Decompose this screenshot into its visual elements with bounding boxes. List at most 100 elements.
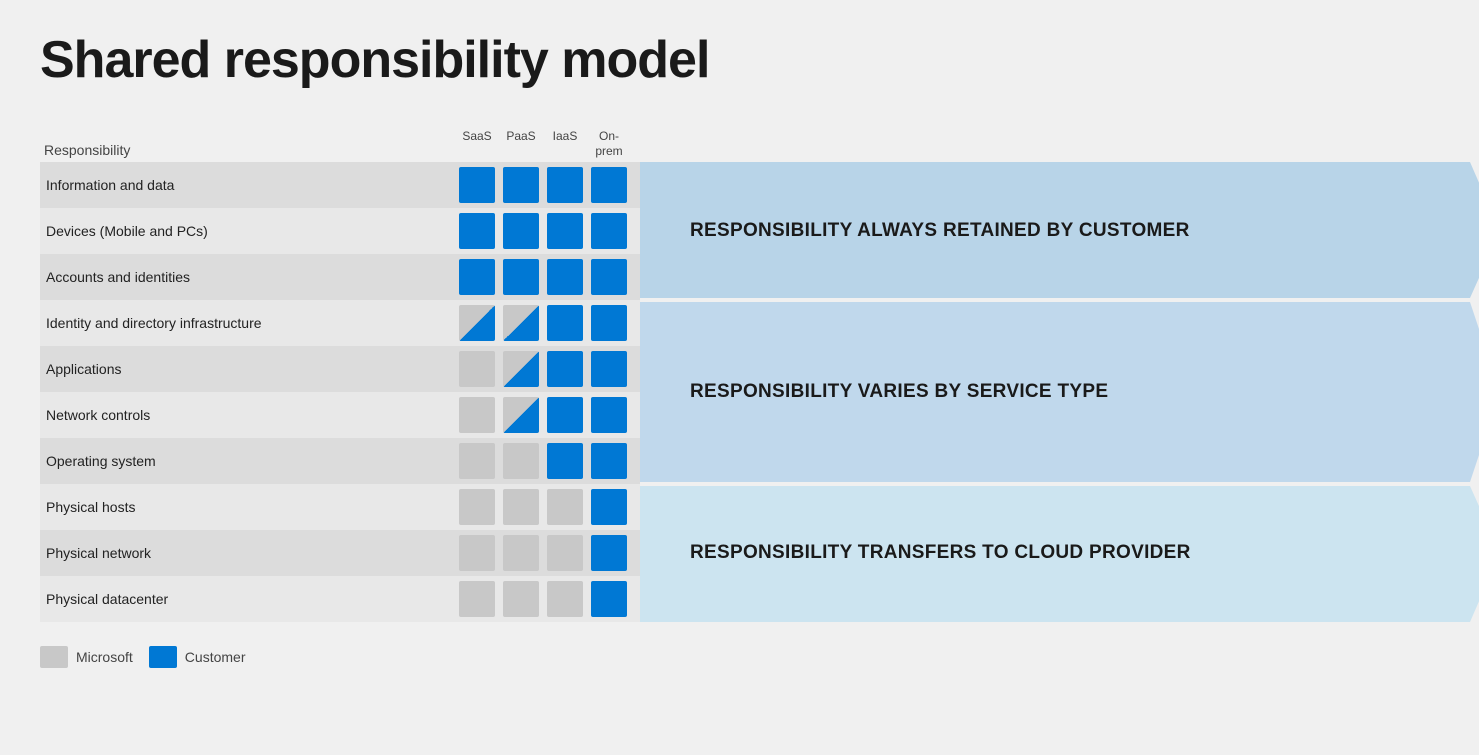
cell-inner-5-0 xyxy=(459,397,495,433)
cell-0-1 xyxy=(499,162,543,208)
cell-inner-2-2 xyxy=(547,259,583,295)
cell-inner-9-2 xyxy=(547,581,583,617)
cell-9-3 xyxy=(587,576,631,622)
cell-inner-1-2 xyxy=(547,213,583,249)
cell-inner-9-0 xyxy=(459,581,495,617)
arrow-band-1: RESPONSIBILITY VARIES BY SERVICE TYPE xyxy=(640,300,1439,484)
cell-inner-1-3 xyxy=(591,213,627,249)
arrow-band-2: RESPONSIBILITY TRANSFERS TO CLOUD PROVID… xyxy=(640,484,1439,622)
cell-inner-7-0 xyxy=(459,489,495,525)
cell-inner-3-3 xyxy=(591,305,627,341)
table-row: Physical hosts xyxy=(40,484,640,530)
row-label-8: Physical network xyxy=(40,545,455,561)
legend-color-customer xyxy=(149,646,177,668)
row-label-1: Devices (Mobile and PCs) xyxy=(40,223,455,239)
legend-color-microsoft xyxy=(40,646,68,668)
cell-5-3 xyxy=(587,392,631,438)
arrow-text-1: RESPONSIBILITY VARIES BY SERVICE TYPE xyxy=(640,381,1168,403)
table-row: Information and data xyxy=(40,162,640,208)
cell-inner-3-1 xyxy=(503,305,539,341)
table-header: Responsibility SaaSPaaSIaaSOn-prem xyxy=(40,118,640,162)
cell-2-0 xyxy=(455,254,499,300)
cell-inner-0-2 xyxy=(547,167,583,203)
cell-inner-4-3 xyxy=(591,351,627,387)
row-cells-0 xyxy=(455,162,640,208)
cell-3-0 xyxy=(455,300,499,346)
row-label-0: Information and data xyxy=(40,177,455,193)
cell-8-3 xyxy=(587,530,631,576)
cell-inner-4-0 xyxy=(459,351,495,387)
col-header-saas: SaaS xyxy=(455,129,499,158)
cell-inner-5-2 xyxy=(547,397,583,433)
cell-3-3 xyxy=(587,300,631,346)
cell-3-2 xyxy=(543,300,587,346)
col-header-paas: PaaS xyxy=(499,129,543,158)
cell-inner-4-2 xyxy=(547,351,583,387)
cell-2-1 xyxy=(499,254,543,300)
cell-inner-2-3 xyxy=(591,259,627,295)
table-row: Operating system xyxy=(40,438,640,484)
arrow-text-2: RESPONSIBILITY TRANSFERS TO CLOUD PROVID… xyxy=(640,542,1251,564)
cell-inner-5-1 xyxy=(503,397,539,433)
cell-inner-4-1 xyxy=(503,351,539,387)
cell-inner-9-3 xyxy=(591,581,627,617)
legend: Microsoft Customer xyxy=(40,646,1439,668)
legend-item-microsoft: Microsoft xyxy=(40,646,133,668)
diagram-area: Responsibility SaaSPaaSIaaSOn-prem Infor… xyxy=(40,118,1439,638)
table-row: Network controls xyxy=(40,392,640,438)
table-row: Devices (Mobile and PCs) xyxy=(40,208,640,254)
cell-1-3 xyxy=(587,208,631,254)
cell-5-1 xyxy=(499,392,543,438)
cell-inner-7-3 xyxy=(591,489,627,525)
cell-8-2 xyxy=(543,530,587,576)
table-section: Responsibility SaaSPaaSIaaSOn-prem Infor… xyxy=(40,118,640,638)
page-title: Shared responsibility model xyxy=(40,30,1439,90)
cell-7-0 xyxy=(455,484,499,530)
cell-6-0 xyxy=(455,438,499,484)
cell-inner-0-0 xyxy=(459,167,495,203)
cell-inner-8-0 xyxy=(459,535,495,571)
cell-inner-7-1 xyxy=(503,489,539,525)
legend-item-customer: Customer xyxy=(149,646,246,668)
row-cells-3 xyxy=(455,300,640,346)
row-label-5: Network controls xyxy=(40,407,455,423)
cell-inner-8-2 xyxy=(547,535,583,571)
row-cells-1 xyxy=(455,208,640,254)
cell-inner-2-1 xyxy=(503,259,539,295)
cell-6-1 xyxy=(499,438,543,484)
row-cells-4 xyxy=(455,346,640,392)
cell-7-3 xyxy=(587,484,631,530)
cell-8-1 xyxy=(499,530,543,576)
cell-inner-2-0 xyxy=(459,259,495,295)
cell-inner-6-3 xyxy=(591,443,627,479)
cell-1-1 xyxy=(499,208,543,254)
cell-0-2 xyxy=(543,162,587,208)
cell-4-1 xyxy=(499,346,543,392)
legend-label-customer: Customer xyxy=(185,649,246,665)
cell-9-1 xyxy=(499,576,543,622)
column-headers: SaaSPaaSIaaSOn-prem xyxy=(455,129,640,158)
cell-0-0 xyxy=(455,162,499,208)
responsibility-header: Responsibility xyxy=(40,142,455,158)
cell-2-3 xyxy=(587,254,631,300)
cell-1-2 xyxy=(543,208,587,254)
row-cells-6 xyxy=(455,438,640,484)
cell-8-0 xyxy=(455,530,499,576)
cell-7-2 xyxy=(543,484,587,530)
table-row: Physical network xyxy=(40,530,640,576)
cell-4-0 xyxy=(455,346,499,392)
row-label-4: Applications xyxy=(40,361,455,377)
row-label-3: Identity and directory infrastructure xyxy=(40,315,455,331)
cell-inner-6-0 xyxy=(459,443,495,479)
table-row: Applications xyxy=(40,346,640,392)
col-header-iaas: IaaS xyxy=(543,129,587,158)
cell-2-2 xyxy=(543,254,587,300)
cell-inner-1-0 xyxy=(459,213,495,249)
cell-inner-9-1 xyxy=(503,581,539,617)
cell-6-3 xyxy=(587,438,631,484)
cell-inner-6-2 xyxy=(547,443,583,479)
cell-inner-8-1 xyxy=(503,535,539,571)
cell-4-2 xyxy=(543,346,587,392)
row-label-9: Physical datacenter xyxy=(40,591,455,607)
cell-inner-5-3 xyxy=(591,397,627,433)
